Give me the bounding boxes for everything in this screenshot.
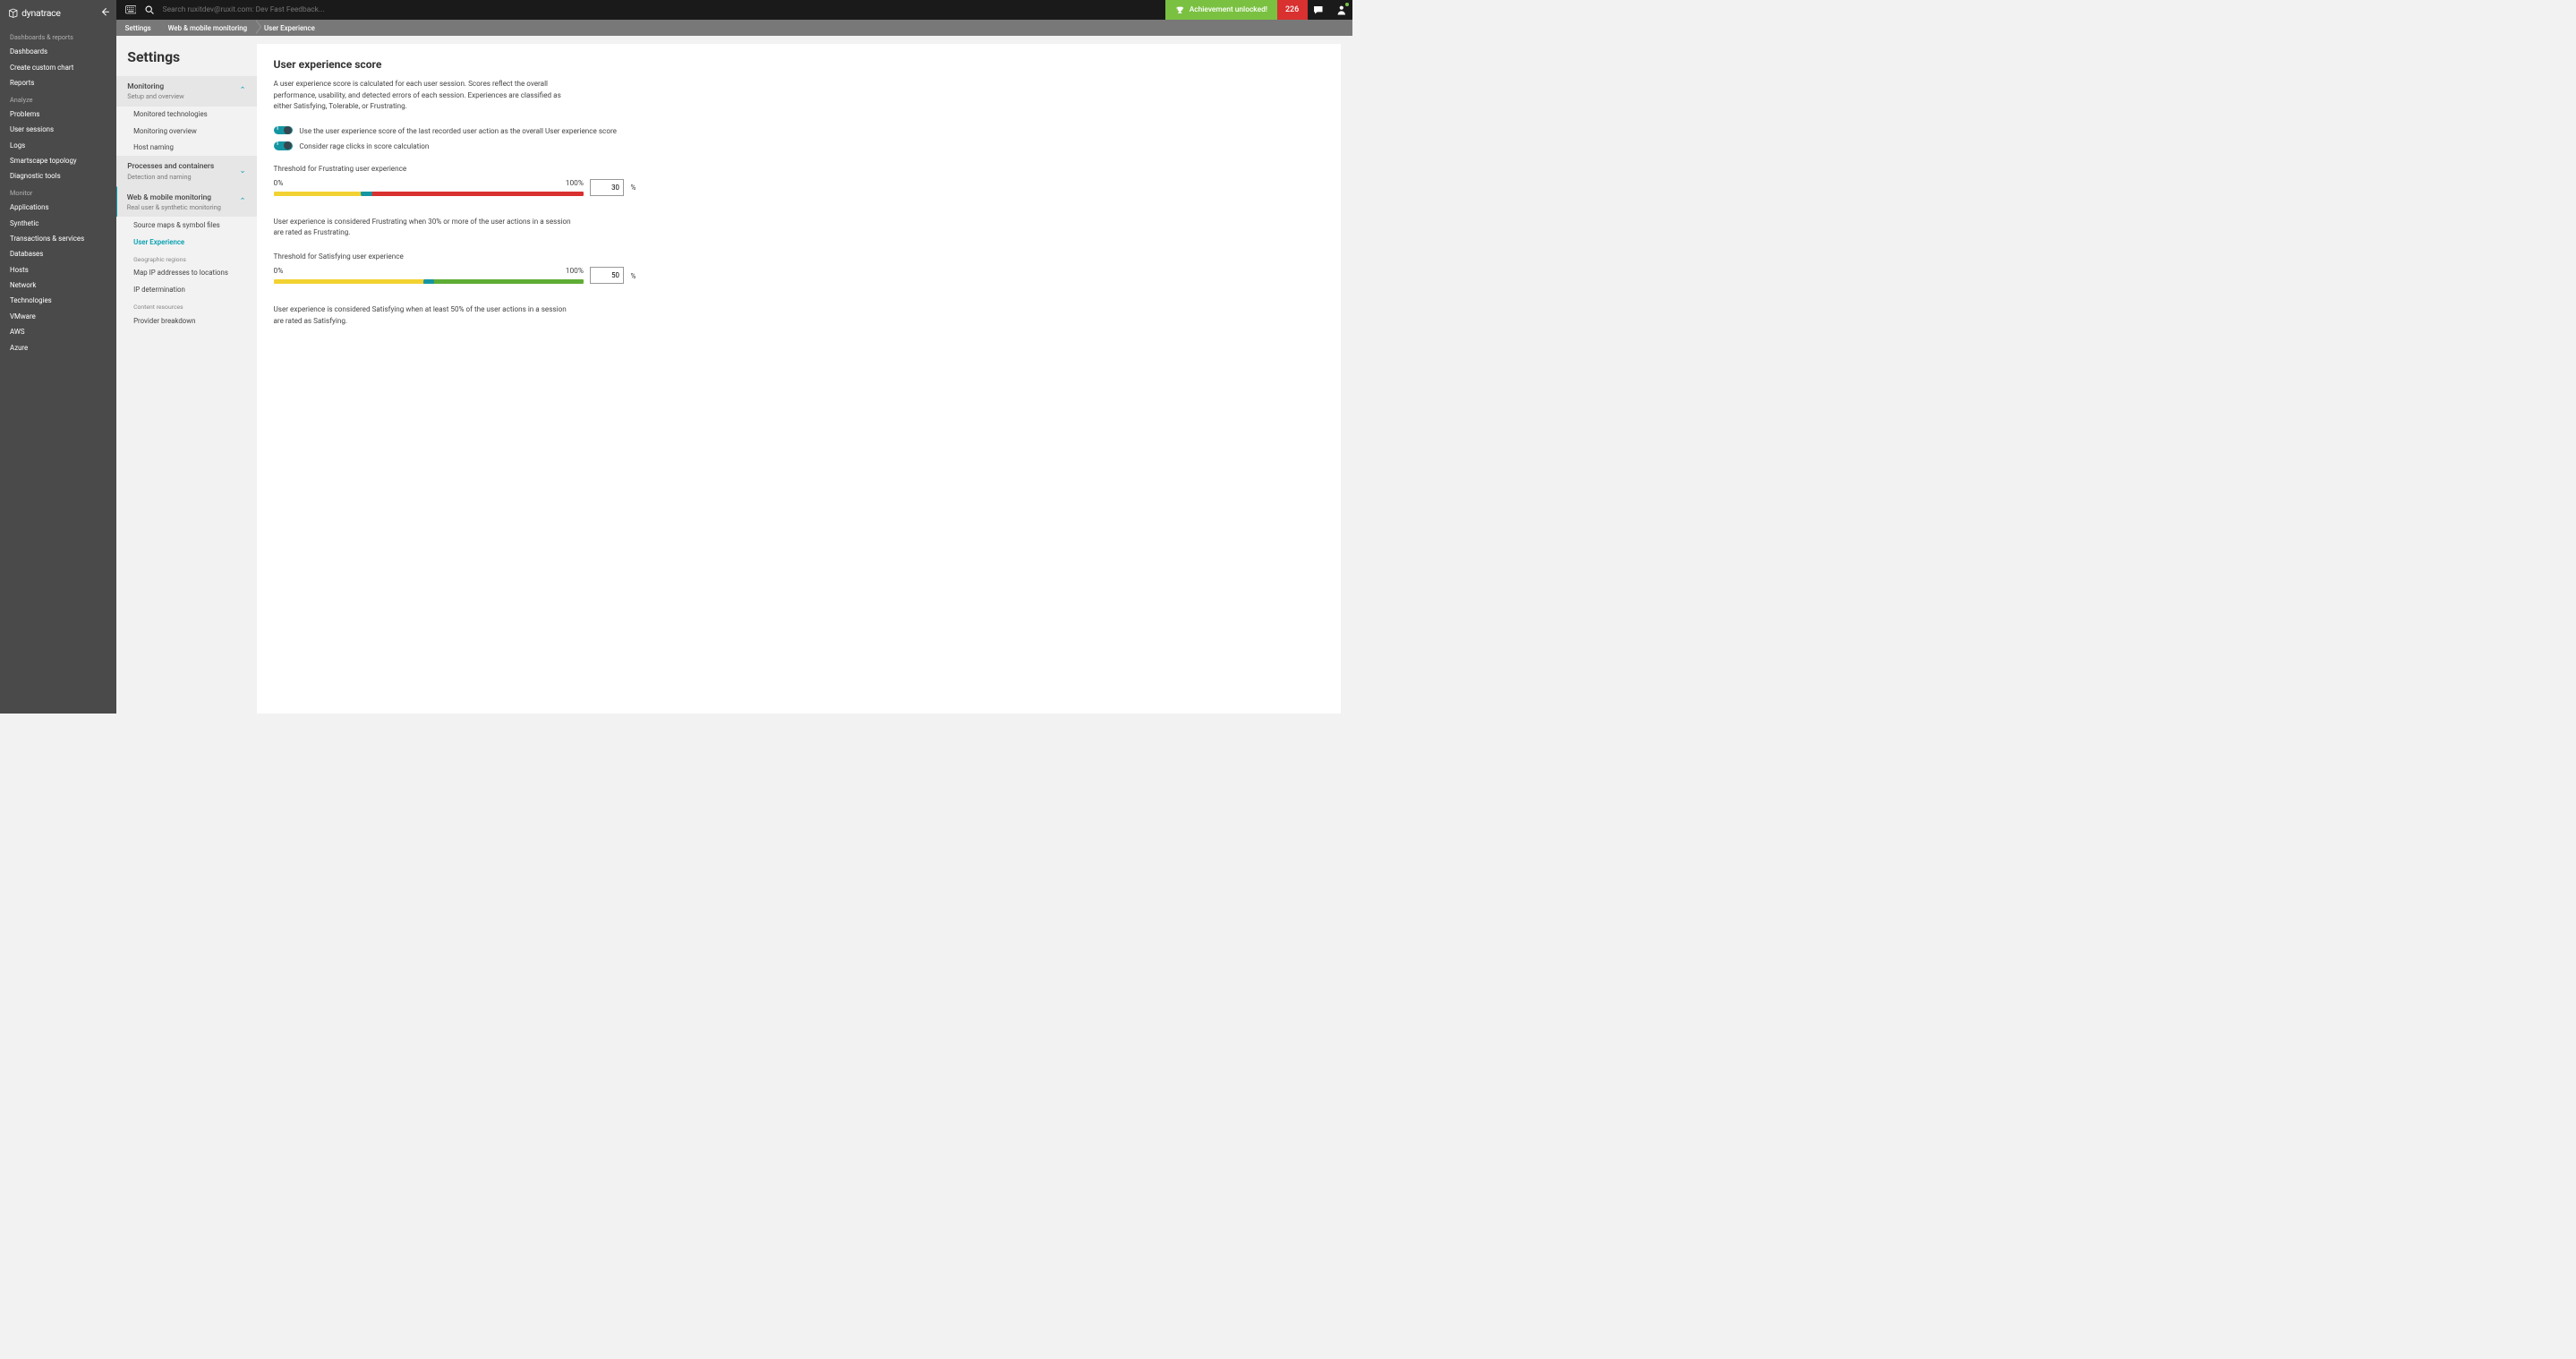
crumb-0[interactable]: Settings [116,20,159,36]
search-input[interactable] [163,5,360,14]
back-icon[interactable] [100,6,110,19]
crumb-1[interactable]: Web & mobile monitoring [159,20,255,36]
satisfying-slider-handle[interactable] [423,279,434,284]
chevron-up-icon: ⌃ [240,85,246,95]
settings-group-header[interactable]: Processes and containersDetection and na… [116,156,256,186]
nav-item[interactable]: Problems [0,107,116,122]
satisfying-min: 0% [274,267,284,276]
nav-item[interactable]: User sessions [0,122,116,137]
chevron-up-icon: ⌃ [240,196,246,206]
satisfying-max: 100% [566,267,584,276]
settings-subitem[interactable]: Host naming [116,140,256,156]
pct-sign-2: % [630,271,635,280]
chat-icon[interactable] [1308,0,1330,20]
toggle-use-last-action[interactable]: I [274,126,293,135]
notification-count[interactable]: 226 [1277,0,1308,20]
frustrating-slider-handle[interactable] [361,192,371,196]
breadcrumb: Settings Web & mobile monitoring User Ex… [116,20,1352,36]
nav-item[interactable]: Network [0,278,116,293]
achievement-banner[interactable]: Achievement unlocked! [1165,0,1276,20]
nav-item[interactable]: Create custom chart [0,60,116,75]
nav-section-title: Monitor [0,184,116,200]
toggle-rage-clicks-label: Consider rage clicks in score calculatio… [299,141,429,150]
trophy-icon [1175,5,1185,15]
settings-nav: Settings MonitoringSetup and overview⌃Mo… [116,36,256,714]
nav-item[interactable]: Applications [0,200,116,215]
keyboard-icon[interactable] [125,5,137,13]
settings-subheading: Content resources [116,298,256,312]
settings-subitem[interactable]: Monitoring overview [116,123,256,139]
nav-item[interactable]: Technologies [0,293,116,308]
settings-group-header[interactable]: Web & mobile monitoringReal user & synth… [116,186,256,217]
frustrating-slider-track[interactable]: 30% [274,192,584,196]
satisfying-input[interactable] [590,267,624,283]
search-icon[interactable] [145,5,155,15]
settings-subitem[interactable]: IP determination [116,281,256,297]
frustrating-input[interactable] [590,179,624,195]
nav-item[interactable]: Smartscape topology [0,153,116,168]
nav-item[interactable]: Transactions & services [0,231,116,246]
settings-group-header[interactable]: MonitoringSetup and overview⌃ [116,76,256,107]
nav-section-title: Analyze [0,90,116,106]
user-icon[interactable] [1330,0,1352,20]
panel-description: A user experience score is calculated fo… [274,78,575,112]
nav-item[interactable]: Reports [0,75,116,90]
frustrating-max: 100% [566,179,584,188]
settings-subitem[interactable]: Source maps & symbol files [116,217,256,233]
main-sidebar: dynatrace Dashboards & reportsDashboards… [0,0,116,714]
satisfying-explain: User experience is considered Satisfying… [274,303,575,326]
nav-item[interactable]: Dashboards [0,44,116,59]
logo-icon [8,8,19,19]
logo-text: dynatrace [21,7,61,19]
frustrating-heading: Threshold for Frustrating user experienc… [274,164,1325,173]
nav-item[interactable]: Synthetic [0,215,116,230]
frustrating-min: 0% [274,179,284,188]
toggle-use-last-action-label: Use the user experience score of the las… [299,126,617,135]
nav-section-title: Dashboards & reports [0,29,116,44]
satisfying-slider-track[interactable]: 50% [274,279,584,284]
nav-item[interactable]: AWS [0,324,116,339]
toggle-rage-clicks[interactable]: I [274,141,293,150]
frustrating-explain: User experience is considered Frustratin… [274,216,575,238]
achievement-text: Achievement unlocked! [1190,5,1267,14]
satisfying-heading: Threshold for Satisfying user experience [274,252,1325,261]
nav-item[interactable]: Hosts [0,262,116,278]
settings-subitem[interactable]: Map IP addresses to locations [116,265,256,281]
chevron-down-icon: ⌄ [240,166,246,175]
nav-item[interactable]: Diagnostic tools [0,168,116,184]
crumb-2[interactable]: User Experience [256,20,324,36]
settings-subheading: Geographic regions [116,250,256,264]
pct-sign: % [630,183,635,192]
settings-panel: User experience score A user experience … [257,44,1342,714]
settings-subitem[interactable]: Monitored technologies [116,107,256,123]
topbar: Achievement unlocked! 226 [116,0,1352,20]
nav-item[interactable]: Azure [0,339,116,355]
nav-item[interactable]: VMware [0,309,116,324]
panel-title: User experience score [274,58,1325,71]
settings-subitem[interactable]: User Experience [116,234,256,250]
nav-item[interactable]: Logs [0,138,116,153]
nav-item[interactable]: Databases [0,246,116,261]
settings-title: Settings [116,48,256,76]
settings-subitem[interactable]: Provider breakdown [116,312,256,329]
logo[interactable]: dynatrace [8,7,60,19]
